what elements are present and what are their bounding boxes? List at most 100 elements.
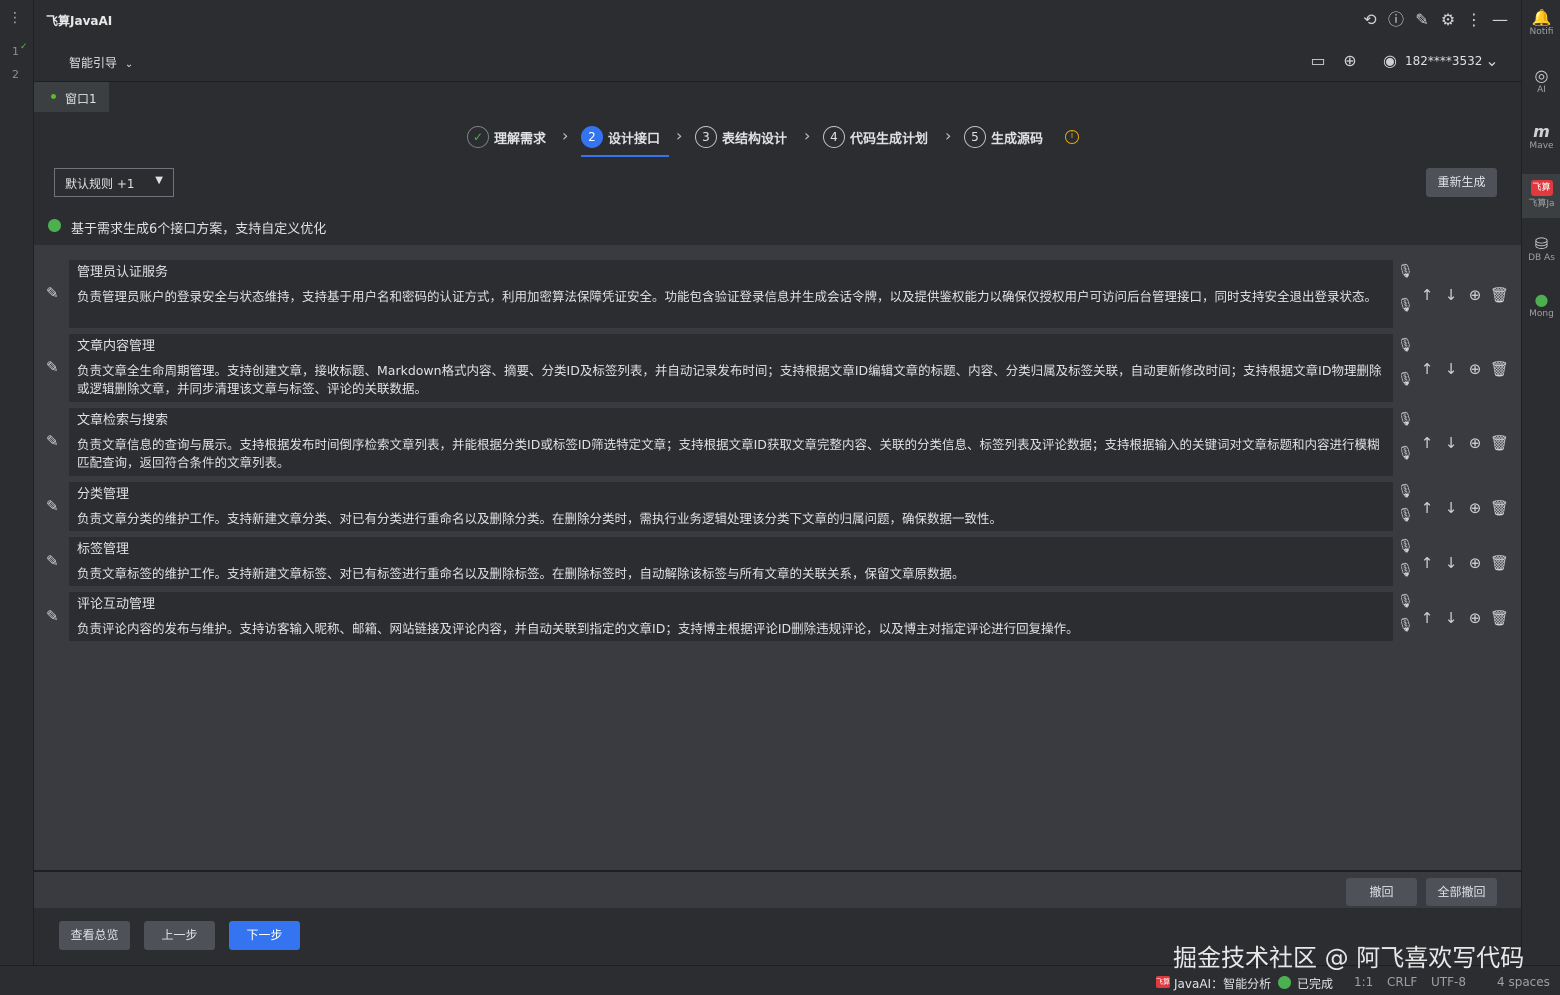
edit-icon[interactable]: ✎ [1412, 10, 1432, 30]
move-up-icon[interactable]: ↑ [1418, 286, 1436, 304]
javaai-status[interactable]: JavaAI：智能分析 [1174, 975, 1271, 992]
undo-all-button[interactable]: 全部撤回 [1426, 878, 1497, 906]
new-window-icon[interactable]: ▭ [1308, 51, 1328, 71]
edit-icon[interactable]: ✎ [46, 284, 64, 302]
move-up-icon[interactable]: ↑ [1418, 499, 1436, 517]
item-actions: ↑ ↓ ⊕ 🗑 [1418, 609, 1509, 627]
info-icon[interactable]: i [1065, 130, 1079, 144]
feisuan-icon: 飞算 [1530, 180, 1553, 196]
smart-guide-dropdown[interactable]: 智能引导 ⌄ [69, 54, 133, 71]
edit-icon[interactable]: ✎ [46, 497, 64, 515]
step-table-design[interactable]: 3 表结构设计 [695, 125, 787, 149]
interface-card[interactable]: 评论互动管理 负责评论内容的发布与维护。支持访客输入昵称、邮箱、网站链接及评论内… [69, 592, 1393, 641]
step-label: 生成源码 [991, 131, 1044, 147]
step-codegen-plan[interactable]: 4 代码生成计划 [823, 125, 928, 149]
user-avatar-icon[interactable]: ◉ [1380, 51, 1400, 71]
add-icon[interactable]: ⊕ [1466, 286, 1484, 304]
file-encoding[interactable]: UTF-8 [1431, 975, 1466, 989]
interface-card[interactable]: 标签管理 负责文章标签的维护工作。支持新建文章标签、对已有标签进行重命名以及删除… [69, 537, 1393, 586]
step-design-api[interactable]: 2 设计接口 [581, 125, 660, 149]
delete-icon[interactable]: 🗑 [1490, 286, 1509, 304]
step-label: 表结构设计 [722, 131, 788, 147]
delete-icon[interactable]: 🗑 [1490, 434, 1509, 452]
delete-icon[interactable]: 🗑 [1490, 609, 1509, 627]
mic-icon[interactable]: 🎙 [1397, 264, 1414, 279]
move-up-icon[interactable]: ↑ [1418, 609, 1436, 627]
help-icon[interactable]: ⓘ [1386, 10, 1406, 30]
move-up-icon[interactable]: ↑ [1418, 434, 1436, 452]
tool-label: 飞算Ja [1528, 199, 1555, 209]
tool-label: DB As [1528, 253, 1555, 263]
add-icon[interactable]: ⊕ [1466, 434, 1484, 452]
cursor-position[interactable]: 1:1 [1354, 975, 1373, 989]
account-chevron-down-icon[interactable]: ⌄ [1482, 51, 1502, 71]
item-actions: ↑ ↓ ⊕ 🗑 [1418, 360, 1509, 378]
mic-icon[interactable]: 🎙 [1397, 338, 1414, 353]
move-down-icon[interactable]: ↓ [1442, 554, 1460, 572]
add-icon[interactable]: ⊕ [1466, 499, 1484, 517]
move-down-icon[interactable]: ↓ [1442, 609, 1460, 627]
user-phone[interactable]: 182****3532 [1405, 54, 1482, 68]
move-down-icon[interactable]: ↓ [1442, 360, 1460, 378]
rule-select[interactable]: 默认规则 +1 ▼ [54, 168, 174, 197]
add-icon[interactable]: ⊕ [1340, 51, 1360, 71]
tool-feisuan-javaai[interactable]: 飞算 飞算Ja [1522, 174, 1560, 218]
tool-maven[interactable]: m Mave [1522, 122, 1560, 151]
kebab-menu-icon[interactable]: ⋮ [8, 10, 22, 26]
mic-icon[interactable]: 🎙 [1397, 618, 1414, 633]
indent-setting[interactable]: 4 spaces [1497, 975, 1550, 989]
tool-mongo[interactable]: ● Mong [1522, 290, 1560, 319]
history-icon[interactable]: ⟲ [1360, 10, 1380, 30]
view-overview-button[interactable]: 查看总览 [59, 921, 130, 950]
chevron-right-icon: › [562, 126, 569, 145]
done-text: 已完成 [1297, 977, 1334, 991]
undo-button[interactable]: 撤回 [1346, 878, 1417, 906]
line-separator[interactable]: CRLF [1387, 975, 1417, 989]
next-step-button[interactable]: 下一步 [229, 921, 300, 950]
edit-icon[interactable]: ✎ [46, 432, 64, 450]
move-up-icon[interactable]: ↑ [1418, 360, 1436, 378]
mic-icon[interactable]: 🎙 [1397, 539, 1414, 554]
delete-icon[interactable]: 🗑 [1490, 554, 1509, 572]
delete-icon[interactable]: 🗑 [1490, 360, 1509, 378]
step-label: 设计接口 [608, 131, 661, 147]
mic-icon[interactable]: 🎙 [1397, 298, 1414, 313]
move-up-icon[interactable]: ↑ [1418, 554, 1436, 572]
move-down-icon[interactable]: ↓ [1442, 434, 1460, 452]
mic-icon[interactable]: 🎙 [1397, 372, 1414, 387]
mic-icon[interactable]: 🎙 [1397, 484, 1414, 499]
move-down-icon[interactable]: ↓ [1442, 499, 1460, 517]
settings-icon[interactable]: ⚙ [1438, 10, 1458, 30]
tab-window-1[interactable]: 窗口1 [34, 82, 109, 112]
title-bar: 飞算JavaAI ⟲ ⓘ ✎ ⚙ ⋮ — [34, 0, 1521, 40]
tool-db-assistant[interactable]: ⛁ DB As [1522, 234, 1560, 263]
move-down-icon[interactable]: ↓ [1442, 286, 1460, 304]
step-generate-source[interactable]: 5 生成源码 [964, 125, 1043, 149]
interface-card[interactable]: 管理员认证服务 负责管理员账户的登录安全与状态维持，支持基于用户名和密码的认证方… [69, 260, 1393, 328]
add-icon[interactable]: ⊕ [1466, 609, 1484, 627]
item-actions: ↑ ↓ ⊕ 🗑 [1418, 499, 1509, 517]
interface-card[interactable]: 文章内容管理 负责文章全生命周期管理。支持创建文章，接收标题、Markdown格… [69, 334, 1393, 402]
minimize-icon[interactable]: — [1490, 10, 1510, 30]
mic-icon[interactable]: 🎙 [1397, 563, 1414, 578]
delete-icon[interactable]: 🗑 [1490, 499, 1509, 517]
mic-icon[interactable]: 🎙 [1397, 594, 1414, 609]
tool-ai[interactable]: ◎ AI [1522, 66, 1560, 95]
edit-icon[interactable]: ✎ [46, 607, 64, 625]
add-icon[interactable]: ⊕ [1466, 554, 1484, 572]
add-icon[interactable]: ⊕ [1466, 360, 1484, 378]
interface-card[interactable]: 分类管理 负责文章分类的维护工作。支持新建文章分类、对已有分类进行重命名以及删除… [69, 482, 1393, 531]
interface-card[interactable]: 文章检索与搜索 负责文章信息的查询与展示。支持根据发布时间倒序检索文章列表，并能… [69, 408, 1393, 476]
edit-icon[interactable]: ✎ [46, 552, 64, 570]
interface-title: 文章内容管理 [77, 339, 156, 354]
prev-step-button[interactable]: 上一步 [144, 921, 215, 950]
more-icon[interactable]: ⋮ [1464, 10, 1484, 30]
list-item: ✎ 分类管理 负责文章分类的维护工作。支持新建文章分类、对已有分类进行重命名以及… [34, 482, 1521, 533]
tool-notifications[interactable]: 🔔 Notifi [1522, 8, 1560, 37]
regenerate-button[interactable]: 重新生成 [1426, 168, 1497, 197]
mic-icon[interactable]: 🎙 [1397, 508, 1414, 523]
step-understand[interactable]: ✓ 理解需求 [467, 125, 546, 149]
mic-icon[interactable]: 🎙 [1397, 446, 1414, 461]
mic-icon[interactable]: 🎙 [1397, 412, 1414, 427]
edit-icon[interactable]: ✎ [46, 358, 64, 376]
